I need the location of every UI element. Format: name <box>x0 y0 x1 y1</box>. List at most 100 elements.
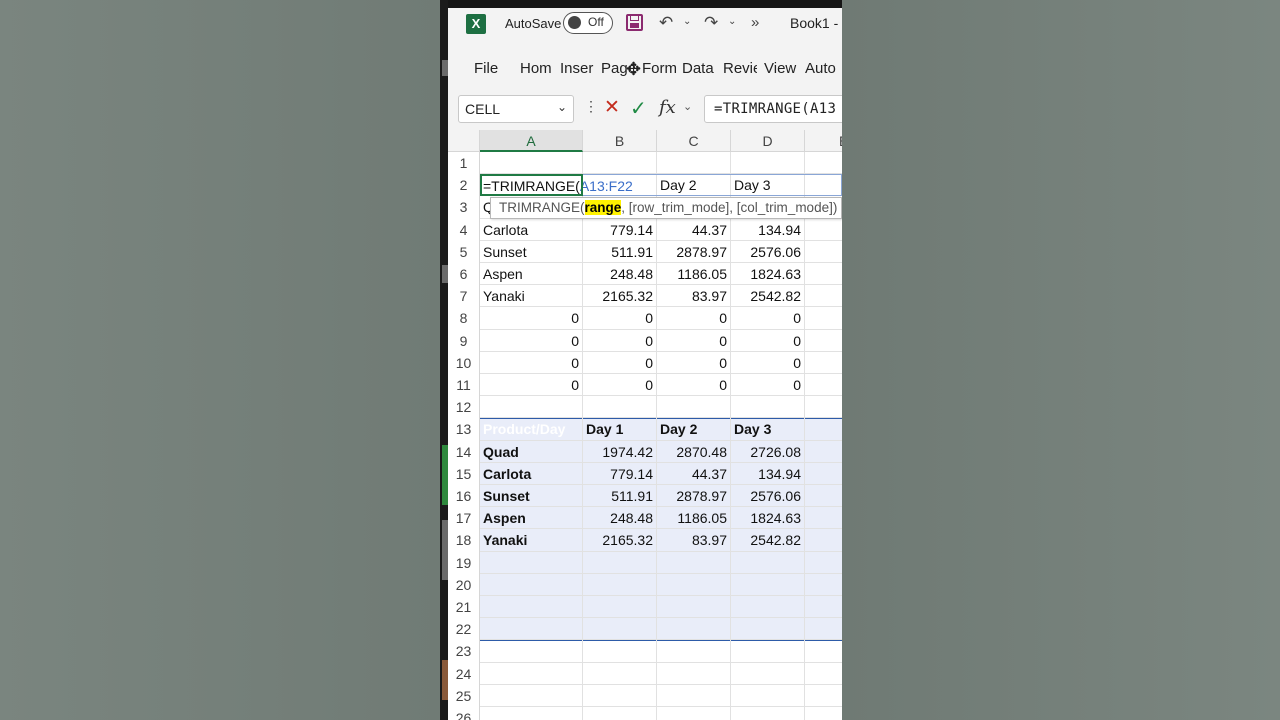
select-all-corner[interactable] <box>448 130 480 152</box>
fx-chevron-down-icon[interactable]: ⌄ <box>683 100 692 113</box>
table-cell[interactable]: 83.97 <box>657 529 731 552</box>
table-cell[interactable]: Aspen <box>480 507 583 530</box>
tab-file[interactable]: File <box>474 60 498 77</box>
spill-cell[interactable]: 779.14 <box>583 218 657 241</box>
row-header[interactable]: 19 <box>448 551 480 574</box>
chevron-down-icon[interactable]: ⌄ <box>557 100 567 114</box>
spill-cell[interactable]: Aspen <box>480 263 583 286</box>
grid-cell[interactable] <box>805 485 842 508</box>
row-header[interactable]: 6 <box>448 263 480 286</box>
spill-cell[interactable]: 0 <box>731 329 805 352</box>
table-cell[interactable]: 2576.06 <box>731 485 805 508</box>
spill-cell[interactable]: 0 <box>657 329 731 352</box>
spill-cell[interactable]: 0 <box>480 307 583 330</box>
grid-cell[interactable] <box>480 396 583 419</box>
grid-cell[interactable] <box>657 596 731 619</box>
table-cell[interactable]: 511.91 <box>583 485 657 508</box>
undo-icon[interactable]: ↶ <box>659 13 673 33</box>
table-header-cell[interactable]: Day 1 <box>583 418 657 441</box>
grid-cell[interactable] <box>657 396 731 419</box>
tab-view[interactable]: View <box>764 60 799 77</box>
enter-icon[interactable]: ✓ <box>630 96 647 121</box>
grid-cell[interactable] <box>480 551 583 574</box>
row-header[interactable]: 13 <box>448 418 480 441</box>
spill-cell[interactable]: 83.97 <box>657 285 731 308</box>
table-cell[interactable]: Sunset <box>480 485 583 508</box>
spill-cell[interactable]: 248.48 <box>583 263 657 286</box>
spill-cell[interactable]: Yanaki <box>480 285 583 308</box>
grid-cell[interactable] <box>583 640 657 663</box>
table-cell[interactable]: 44.37 <box>657 462 731 485</box>
undo-dropdown-chevron-down-icon[interactable]: ⌄ <box>683 16 691 27</box>
grid-cell[interactable] <box>805 574 842 596</box>
grid-cell[interactable] <box>731 707 805 720</box>
grid-cell[interactable] <box>805 263 842 286</box>
spill-cell[interactable]: Carlota <box>480 218 583 241</box>
row-header[interactable]: 18 <box>448 529 480 552</box>
grid-cell[interactable] <box>583 152 657 175</box>
grid-cell[interactable] <box>731 152 805 175</box>
column-header-d[interactable]: D <box>731 130 805 152</box>
spill-cell[interactable]: 2542.82 <box>731 285 805 308</box>
spill-cell[interactable]: 0 <box>480 374 583 397</box>
grid-cell[interactable] <box>805 463 842 485</box>
spill-cell[interactable]: 2878.97 <box>657 240 731 263</box>
row-header[interactable]: 3 <box>448 196 480 219</box>
grid-cell[interactable] <box>480 707 583 720</box>
function-tooltip[interactable]: TRIMRANGE(range, [row_trim_mode], [col_t… <box>490 197 842 219</box>
row-header[interactable]: 10 <box>448 351 480 374</box>
row-header[interactable]: 24 <box>448 662 480 685</box>
grid-cell[interactable] <box>805 219 842 241</box>
table-cell[interactable]: 134.94 <box>731 462 805 485</box>
spill-cell[interactable]: 1824.63 <box>731 263 805 286</box>
table-header-cell[interactable]: Product/Day <box>480 418 583 441</box>
grid-cell[interactable] <box>805 596 842 619</box>
spill-cell[interactable]: 0 <box>657 351 731 374</box>
grid-cell[interactable] <box>805 352 842 374</box>
grid-cell[interactable] <box>805 640 842 663</box>
grid-cell[interactable] <box>805 152 842 175</box>
grid-cell[interactable] <box>657 573 731 596</box>
row-header[interactable]: 17 <box>448 507 480 530</box>
grid-cell[interactable] <box>480 640 583 663</box>
grid-cell[interactable] <box>805 507 842 530</box>
grid-cell[interactable] <box>805 685 842 707</box>
tooltip-function-name[interactable]: TRIMRANGE( <box>499 200 585 215</box>
row-header[interactable]: 21 <box>448 596 480 619</box>
row-header[interactable]: 14 <box>448 440 480 463</box>
grid-cell[interactable] <box>805 707 842 720</box>
row-header[interactable]: 26 <box>448 707 480 720</box>
row-header[interactable]: 11 <box>448 374 480 397</box>
grid-cell[interactable] <box>805 396 842 419</box>
grid-cell[interactable] <box>657 684 731 707</box>
table-cell[interactable]: 2542.82 <box>731 529 805 552</box>
grid-cell[interactable] <box>480 684 583 707</box>
row-header[interactable]: 12 <box>448 396 480 419</box>
spill-cell[interactable]: 0 <box>583 307 657 330</box>
row-header[interactable]: 20 <box>448 573 480 596</box>
grid-cell[interactable] <box>657 640 731 663</box>
grid-cell[interactable] <box>657 662 731 685</box>
table-header-cell[interactable]: Day 3 <box>731 418 805 441</box>
tab-home[interactable]: Hom <box>520 60 556 77</box>
grid-cell[interactable] <box>805 418 842 441</box>
grid-cell[interactable] <box>583 684 657 707</box>
row-header[interactable]: 5 <box>448 240 480 263</box>
grid-cell[interactable] <box>805 529 842 552</box>
table-cell[interactable]: 2878.97 <box>657 485 731 508</box>
spill-cell[interactable]: 0 <box>657 307 731 330</box>
redo-dropdown-chevron-down-icon[interactable]: ⌄ <box>728 16 736 27</box>
grid-cell[interactable] <box>583 707 657 720</box>
grid-cell[interactable] <box>805 330 842 352</box>
row-header[interactable]: 7 <box>448 285 480 308</box>
grid-cell[interactable] <box>657 618 731 641</box>
tab-insert[interactable]: Inser <box>560 60 596 77</box>
grid-cell[interactable] <box>731 618 805 641</box>
table-cell[interactable]: 2726.08 <box>731 440 805 463</box>
column-header-e[interactable]: E <box>805 130 842 152</box>
table-cell[interactable]: Carlota <box>480 462 583 485</box>
grid-cell[interactable] <box>657 551 731 574</box>
column-header-b[interactable]: B <box>583 130 657 152</box>
formula-input[interactable]: =TRIMRANGE(A13 <box>704 95 842 123</box>
spill-cell[interactable]: 2165.32 <box>583 285 657 308</box>
